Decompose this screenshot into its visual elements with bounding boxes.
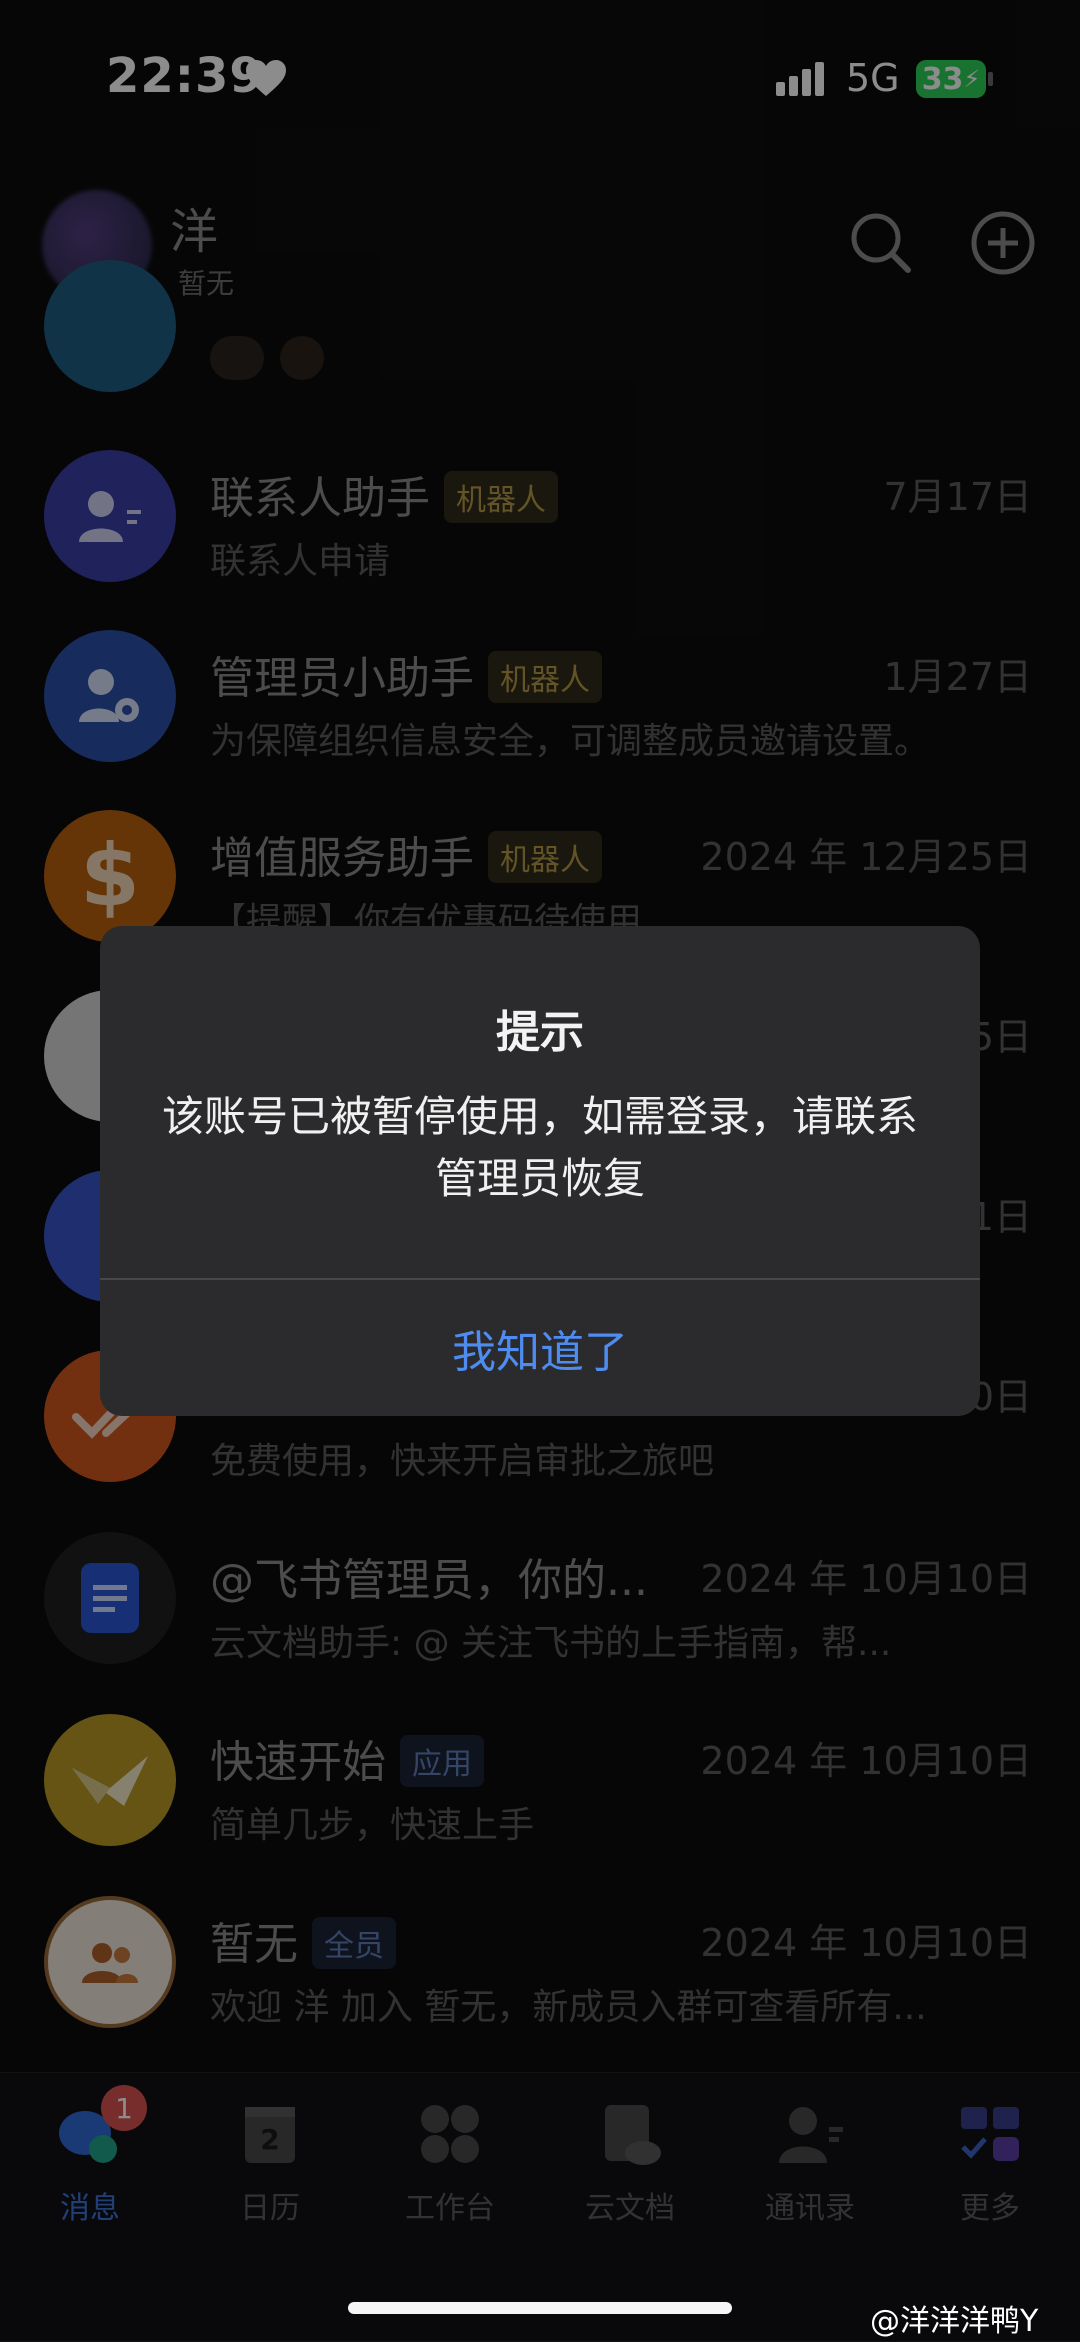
dialog-message: 该账号已被暂停使用，如需登录，请联系管理员恢复 [161, 1092, 918, 1203]
acknowledge-button[interactable]: 我知道了 [100, 1280, 980, 1416]
dialog-title: 提示 [496, 1007, 584, 1058]
alert-dialog: 提示 该账号已被暂停使用，如需登录，请联系管理员恢复 我知道了 [100, 926, 980, 1416]
home-indicator[interactable] [348, 2302, 732, 2314]
watermark: @洋洋洋鸭Y [870, 2304, 1039, 2339]
